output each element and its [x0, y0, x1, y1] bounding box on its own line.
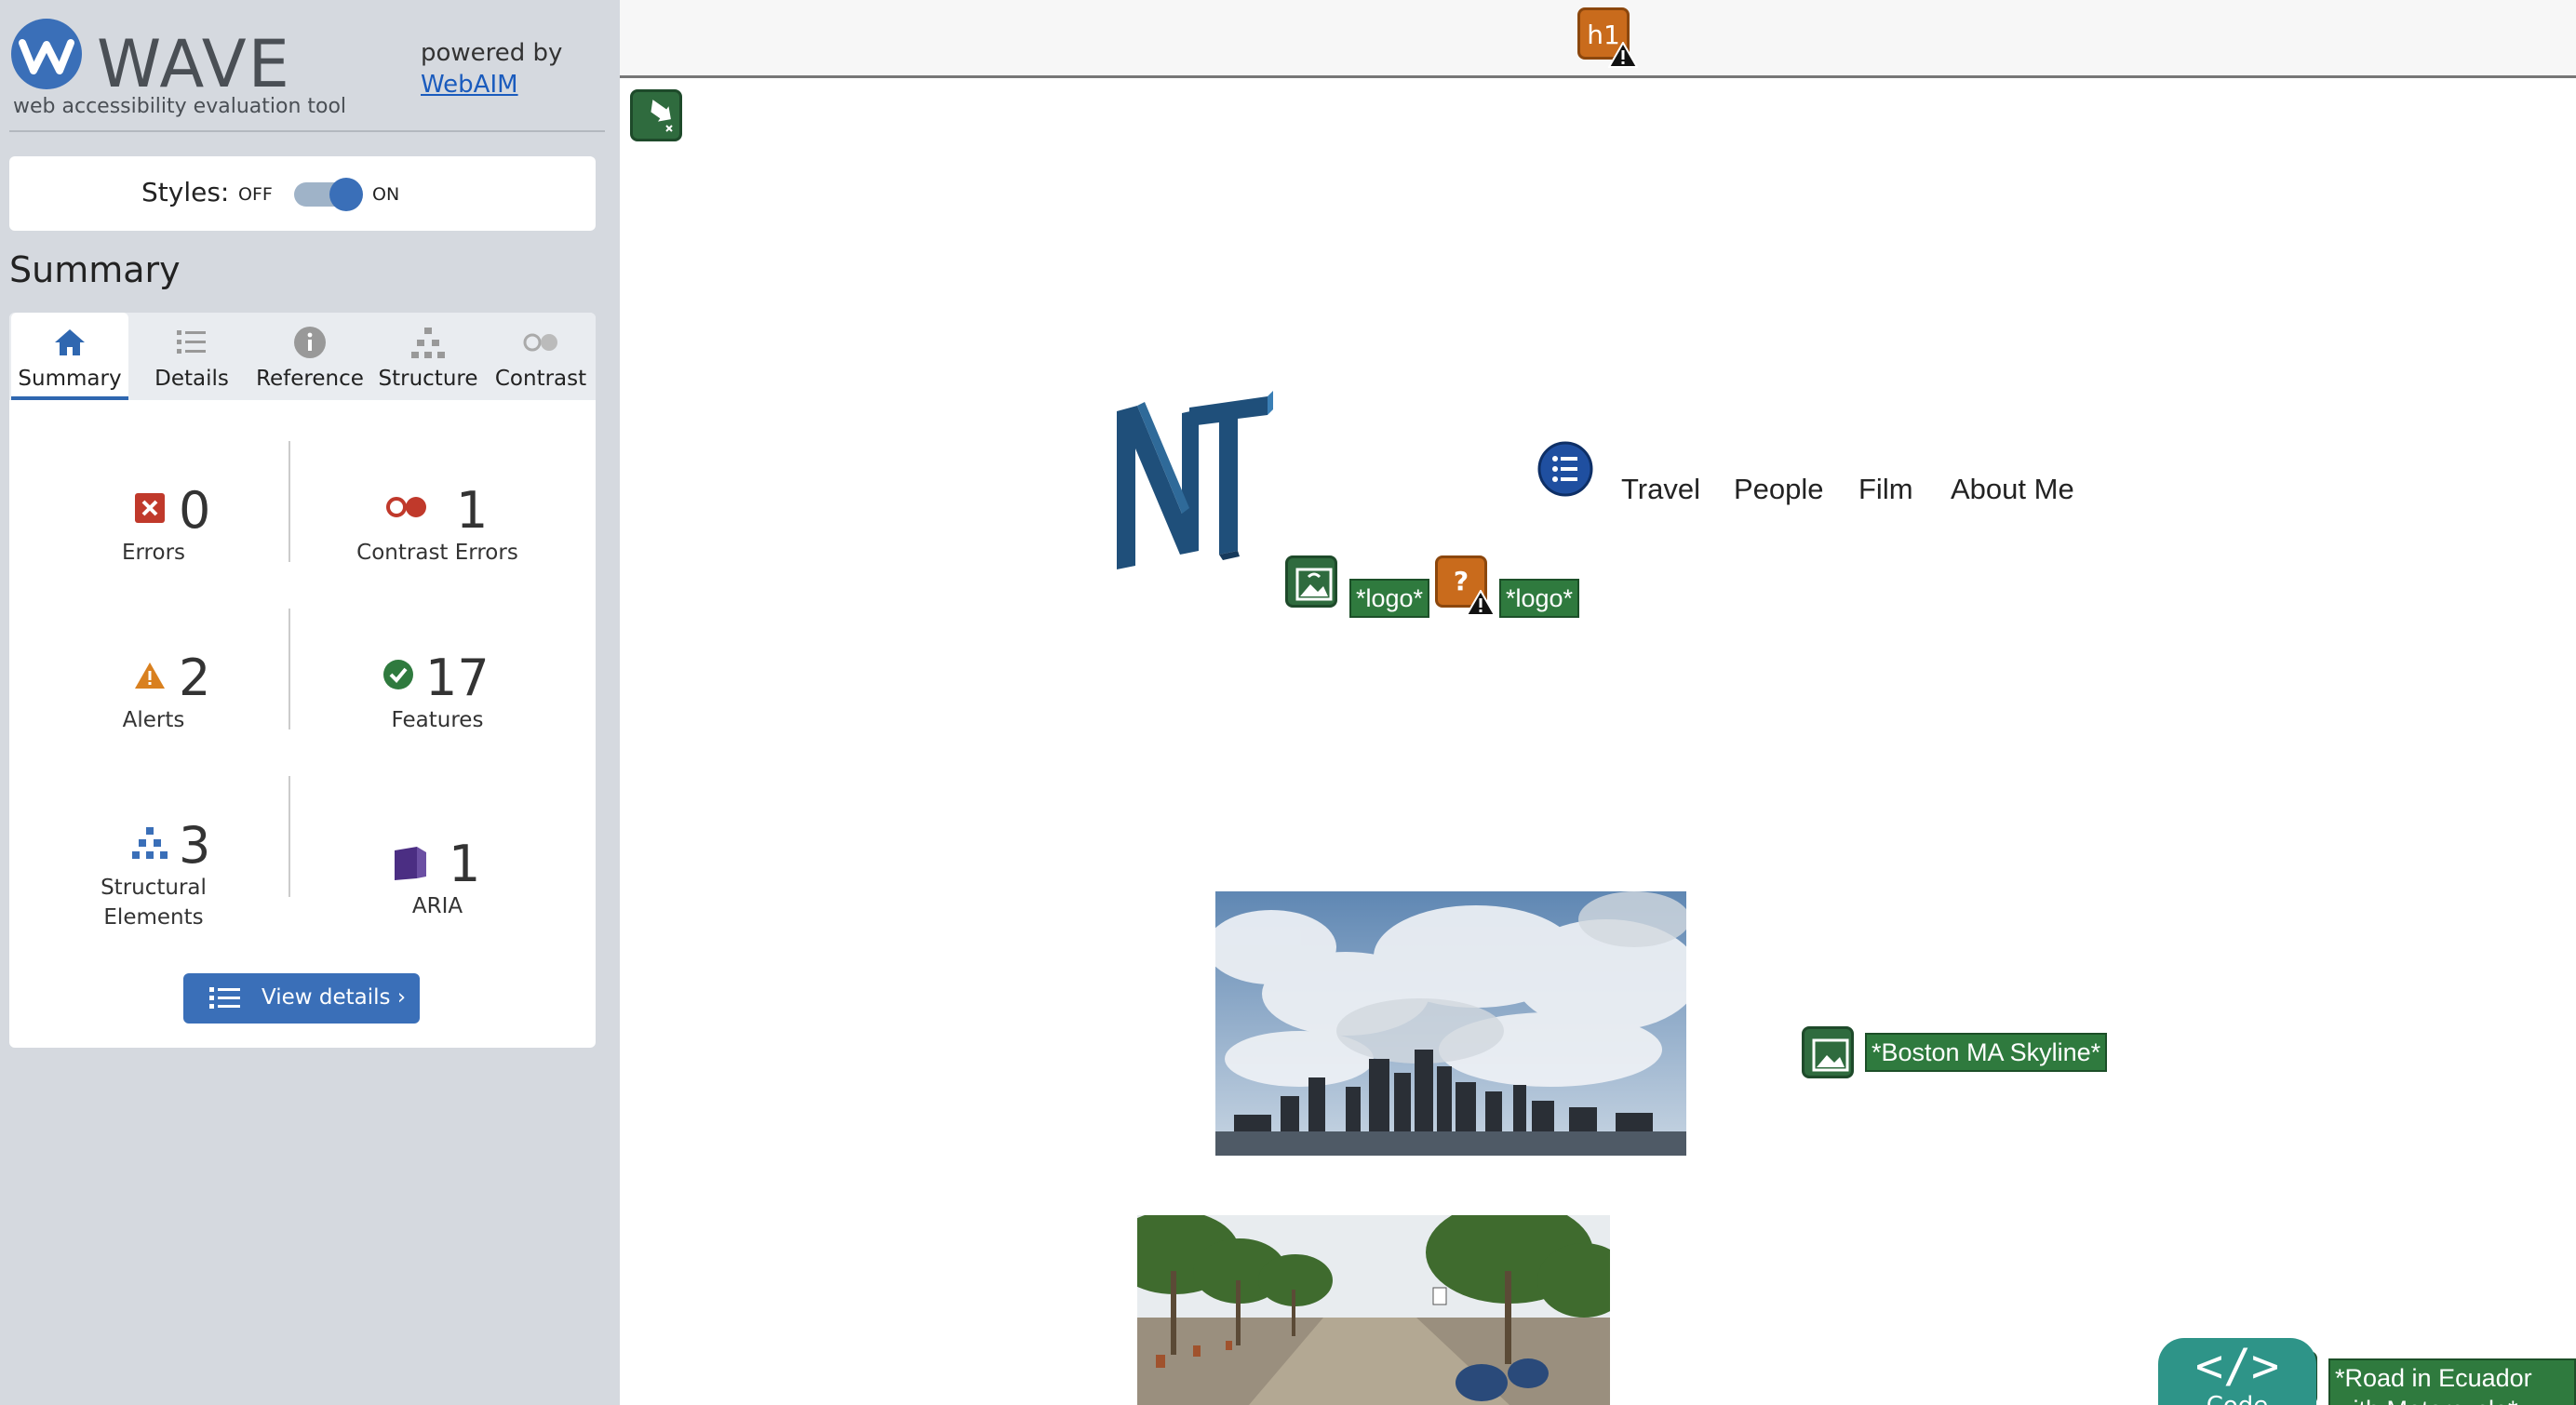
stat-label-line2: Elements — [103, 905, 204, 930]
tab-label: Summary — [18, 367, 122, 391]
toggle-knob — [329, 178, 363, 211]
stat-label-line1: Structural — [101, 876, 207, 900]
warning-overlay-icon — [1608, 42, 1638, 68]
stat-label: Features — [391, 708, 484, 732]
skip-link-icon[interactable] — [630, 89, 682, 141]
info-icon — [294, 327, 326, 358]
nav-link-about-me[interactable]: About Me — [1951, 473, 2074, 506]
contrast-icon — [523, 333, 557, 352]
view-details-button[interactable]: View details › — [183, 973, 420, 1024]
h1-alert-icon[interactable]: h1 — [1577, 7, 1638, 68]
toggle-on-label: ON — [372, 184, 400, 205]
stat-count: 2 — [179, 649, 211, 707]
tab-bar: Summary Details Reference Structure Cont… — [9, 313, 596, 400]
tab-label: Contrast — [494, 367, 587, 391]
tab-reference[interactable]: Reference — [249, 313, 370, 400]
logo-alt-label: *logo* — [1349, 579, 1430, 618]
ecuador-alt-label: *Road in Ecuador with Motorcycle* — [2328, 1358, 2576, 1405]
image-link-icon — [1295, 568, 1333, 601]
styles-toggle[interactable] — [294, 178, 363, 211]
code-label: Code — [2158, 1394, 2316, 1405]
stat-label: Alerts — [122, 708, 185, 732]
tab-label: Reference — [256, 367, 364, 391]
summary-panel: Summary Details Reference Structure Cont… — [9, 313, 596, 1048]
aria-icon — [395, 847, 426, 880]
stat-contrast-errors[interactable]: 1 Contrast Errors — [302, 471, 572, 592]
contrast-error-icon — [386, 497, 426, 517]
error-icon — [135, 493, 165, 523]
structure-icon — [132, 827, 168, 859]
stat-features[interactable]: 17 Features — [302, 638, 572, 759]
alt-text-image-icon[interactable] — [1802, 1026, 1854, 1078]
skip-arrow-icon — [651, 100, 673, 132]
styles-toggle-box: Styles: OFF ON — [9, 156, 596, 231]
stat-divider — [288, 441, 290, 562]
evaluated-page: h1 *logo* ? *logo* Travel People Film Ab… — [620, 0, 2576, 1405]
tab-details[interactable]: Details — [132, 313, 251, 400]
warning-overlay-icon — [1466, 590, 1496, 616]
stat-alerts[interactable]: 2 Alerts — [19, 638, 288, 759]
brand-tagline: web accessibility evaluation tool — [13, 95, 347, 118]
webaim-link[interactable]: WebAIM — [421, 69, 562, 100]
boston-skyline-image — [1215, 891, 1686, 1156]
stat-count: 17 — [425, 649, 490, 707]
code-toggle-button[interactable]: </> Code — [2158, 1338, 2316, 1405]
linked-image-icon[interactable] — [1285, 555, 1337, 608]
stat-count: 3 — [179, 816, 211, 875]
suspicious-alt-alert-icon[interactable]: ? — [1435, 555, 1496, 616]
stat-errors[interactable]: 0 Errors — [19, 471, 288, 592]
tab-contrast[interactable]: Contrast — [486, 313, 596, 400]
wave-brand: WAVE web accessibility evaluation tool p… — [9, 13, 605, 132]
styles-label: Styles: — [141, 177, 230, 207]
stat-label: Errors — [121, 541, 186, 565]
code-icon: </> — [2194, 1339, 2280, 1393]
unordered-list-icon[interactable] — [1537, 441, 1593, 497]
image-icon — [1812, 1038, 1849, 1072]
stat-label: ARIA — [411, 894, 463, 918]
hierarchy-icon — [411, 328, 445, 358]
ecuador-road-image — [1137, 1215, 1610, 1405]
wave-logo-icon — [11, 19, 82, 89]
stat-label: Contrast Errors — [356, 541, 518, 565]
stat-aria[interactable]: 1 ARIA — [302, 806, 572, 945]
stat-structural-elements[interactable]: 3 Structural Elements — [19, 806, 288, 945]
site-logo-image[interactable] — [1109, 383, 1277, 579]
logo-alt-label-2: *logo* — [1499, 579, 1580, 618]
nav-link-people[interactable]: People — [1734, 473, 1824, 506]
alert-icon — [135, 662, 165, 689]
toggle-off-label: OFF — [238, 184, 273, 205]
boston-skyline-illustration — [1215, 891, 1686, 1156]
powered-by-text: powered by — [421, 39, 563, 67]
tab-summary[interactable]: Summary — [11, 313, 128, 400]
stat-count: 1 — [456, 481, 489, 540]
stat-divider — [288, 776, 290, 897]
wave-sidebar: WAVE web accessibility evaluation tool p… — [0, 0, 620, 1405]
view-details-label: View details › — [262, 985, 407, 1010]
list-icon — [177, 330, 206, 354]
boston-alt-label: *Boston MA Skyline* — [1865, 1033, 2108, 1072]
tab-label: Structure — [378, 367, 478, 391]
tab-label: Details — [154, 367, 229, 391]
powered-by: powered by WebAIM — [421, 37, 562, 100]
nav-link-travel[interactable]: Travel — [1621, 473, 1700, 506]
home-icon — [55, 329, 85, 355]
feature-check-icon — [383, 660, 413, 689]
stat-divider — [288, 609, 290, 729]
brand-name: WAVE — [97, 26, 291, 102]
stat-count: 0 — [179, 481, 211, 540]
tab-structure[interactable]: Structure — [369, 313, 488, 400]
summary-heading: Summary — [9, 249, 181, 290]
list-icon — [209, 987, 240, 1009]
stat-count: 1 — [449, 835, 481, 893]
nav-link-film[interactable]: Film — [1858, 473, 1913, 506]
ecuador-road-illustration — [1137, 1215, 1610, 1405]
